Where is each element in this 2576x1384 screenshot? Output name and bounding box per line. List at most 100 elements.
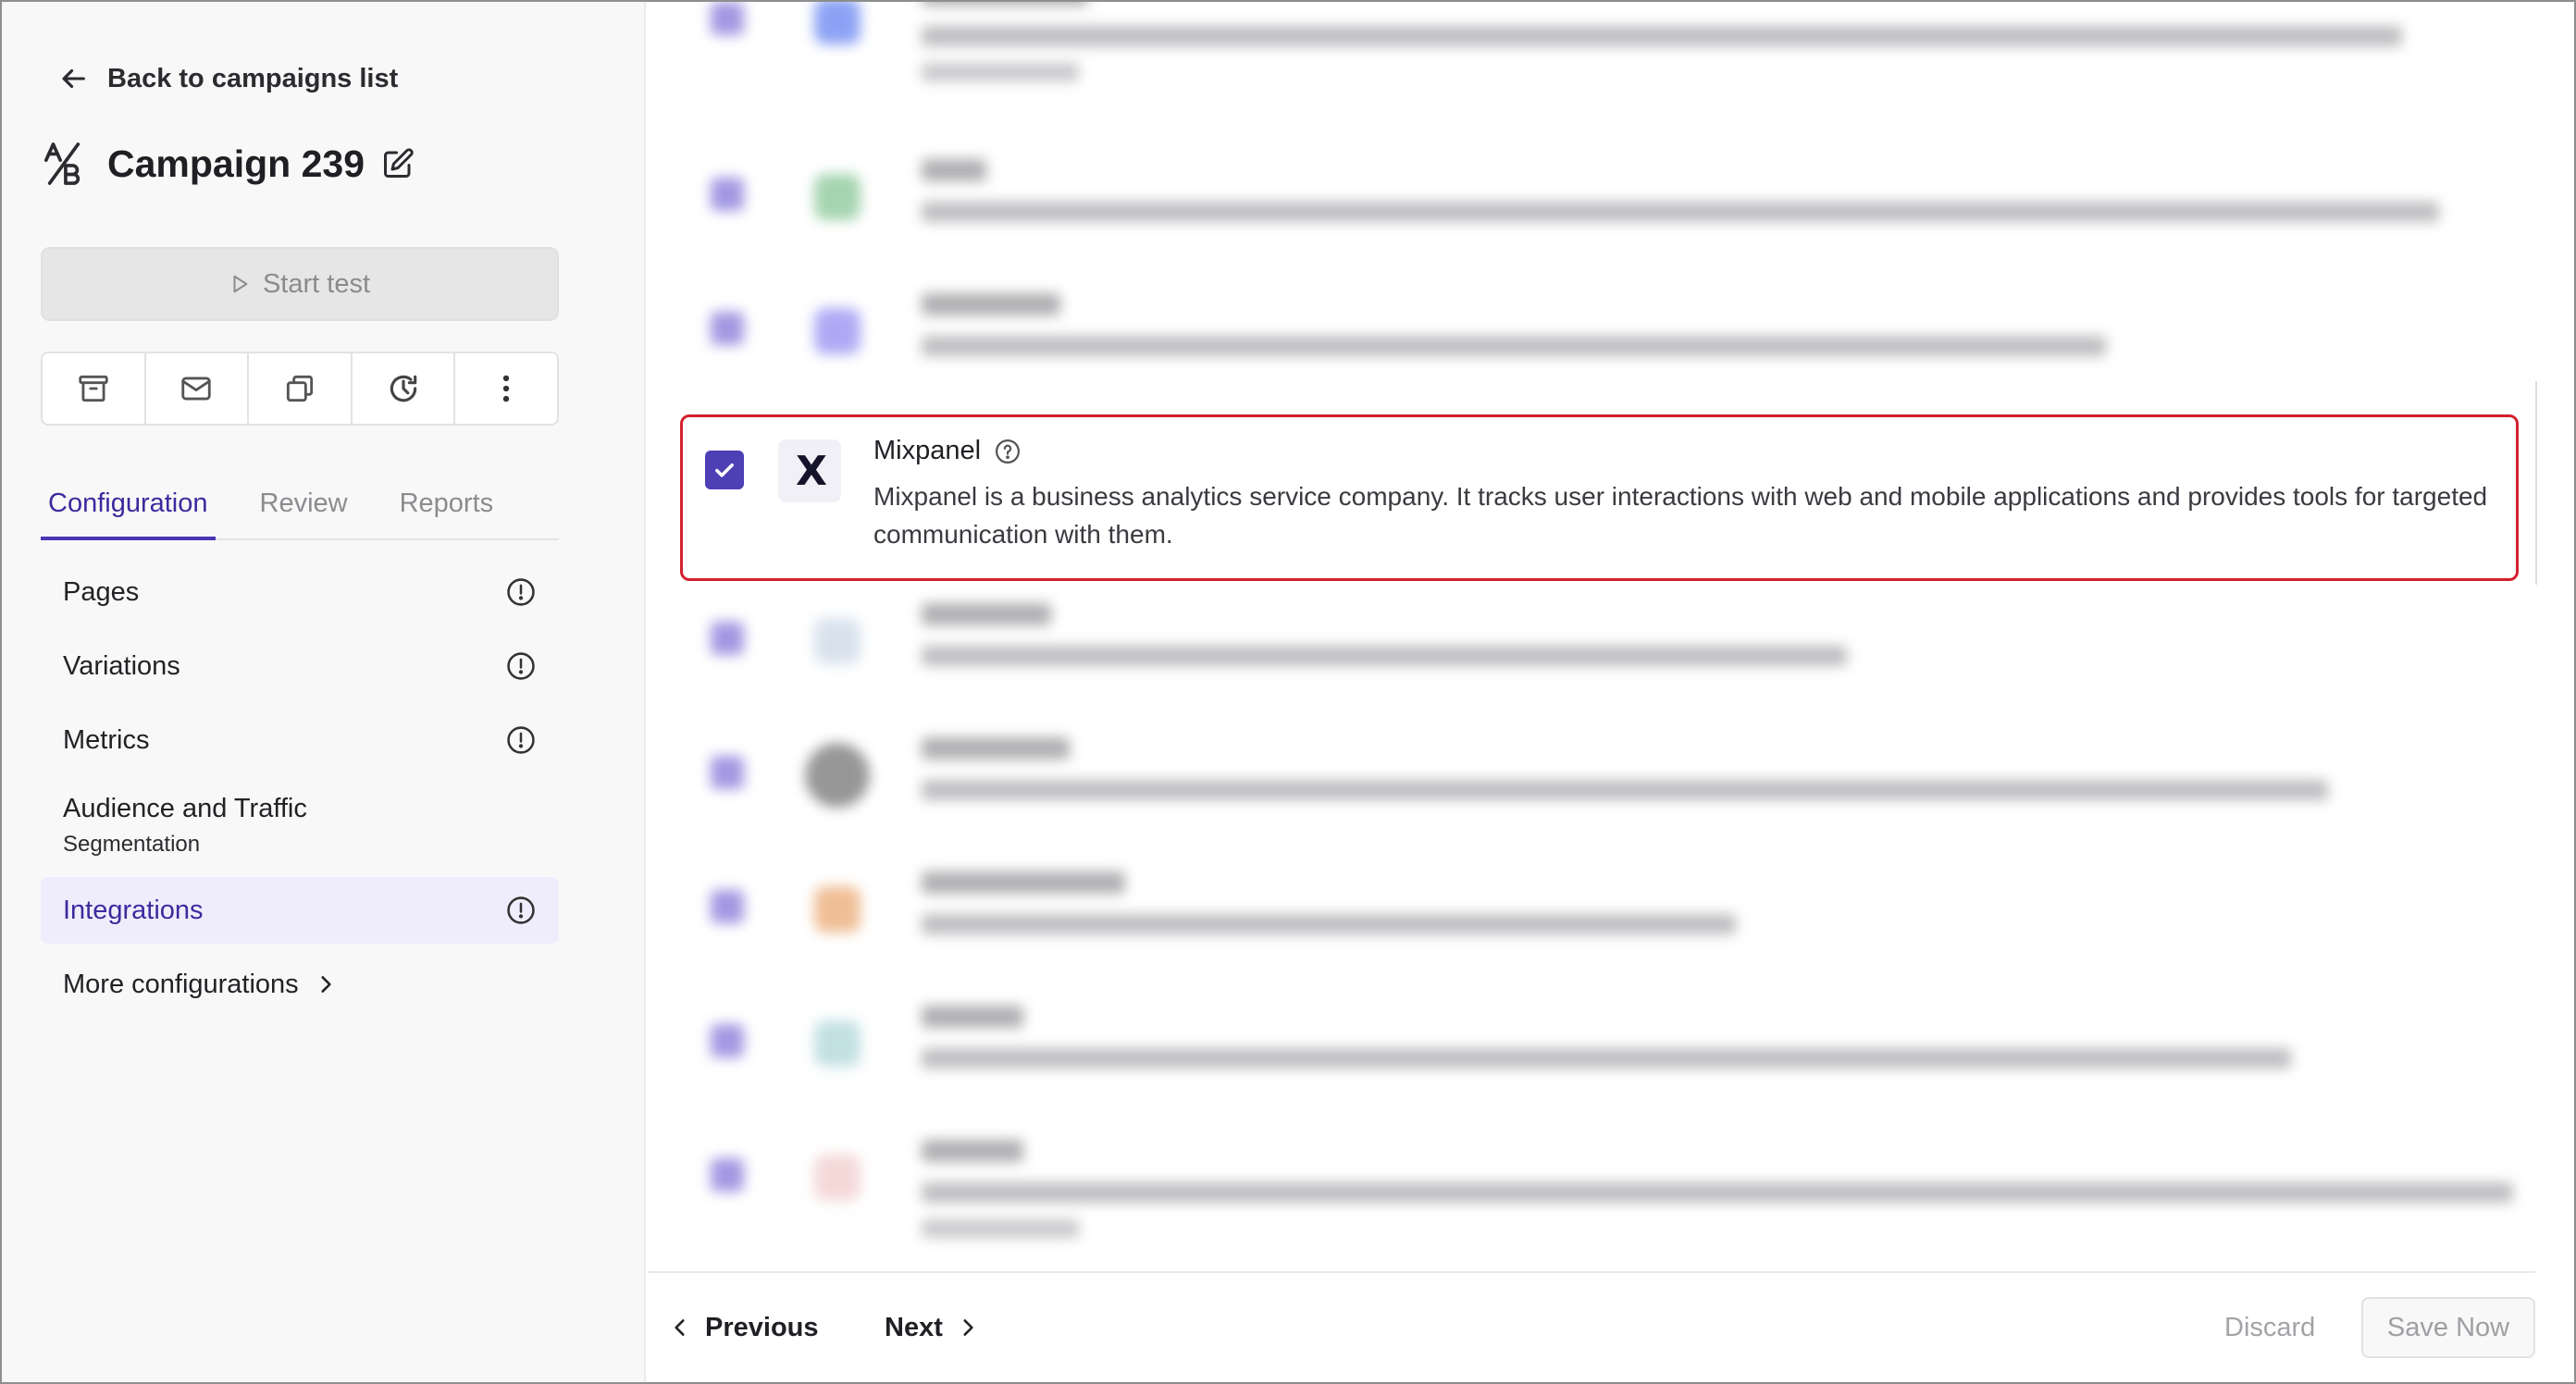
integration-desc-placeholder [922,914,1736,934]
sidebar-item-audience[interactable]: Audience and Traffic Segmentation [41,781,559,870]
mixpanel-checkbox[interactable] [705,451,744,489]
integration-card-mixpanel[interactable]: X Mixpanel Mixpanel is a business analyt… [680,414,2519,581]
page-title: Campaign 239 [107,142,365,185]
back-to-campaigns-link[interactable]: Back to campaigns list [57,63,398,94]
back-link-label: Back to campaigns list [107,63,399,93]
config-nav: Pages Variations Metrics Audience and Tr… [41,559,559,1025]
help-circle-icon[interactable] [994,438,1022,465]
next-button[interactable]: Next [885,1297,980,1358]
main-content: X Mixpanel Mixpanel is a business analyt… [648,2,2574,1382]
footer-bar: Previous Next Discard Save Now [648,1275,2574,1382]
edit-icon[interactable] [381,147,415,180]
checkbox [711,312,744,345]
chevron-right-icon [963,1319,973,1336]
history-icon [390,375,416,402]
ab-test-icon [44,142,80,185]
chevron-left-icon [675,1319,685,1336]
integration-logo [805,743,870,808]
sidebar-item-variations[interactable]: Variations [41,633,559,699]
start-test-label: Start test [262,268,371,299]
integration-name: Mixpanel [873,436,982,465]
mail-icon [181,377,212,401]
alert-circle-icon [507,896,535,924]
integration-name-placeholder [922,293,1060,315]
archive-button[interactable] [43,353,146,424]
play-icon [233,275,248,293]
checkbox [711,890,744,923]
integration-desc-placeholder [922,63,1079,81]
sidebar-item-label: Variations [63,650,180,681]
history-button[interactable] [353,353,456,424]
checkbox [711,178,744,211]
sidebar-item-pages[interactable]: Pages [41,559,559,625]
save-now-button[interactable]: Save Now [2361,1297,2535,1358]
list-item [694,284,2471,395]
integration-logo [814,2,861,44]
archive-icon [79,375,108,402]
integration-title: Mixpanel [873,436,1022,466]
sidebar-item-more-configurations[interactable]: More configurations [41,951,559,1018]
duplicate-button[interactable] [249,353,353,424]
list-item [694,996,2471,1107]
sidebar-item-label: Audience and Traffic [63,793,307,823]
email-button[interactable] [146,353,250,424]
list-item [694,150,2471,261]
integration-desc-placeholder [922,646,1847,666]
sidebar-item-metrics[interactable]: Metrics [41,707,559,773]
integration-logo [814,1020,861,1067]
tab-review[interactable]: Review [253,481,355,540]
integration-logo [814,886,861,933]
chevron-right-icon [321,976,331,993]
integration-desc-placeholder [922,780,2328,800]
integration-name-placeholder [922,603,1051,625]
more-vertical-icon [503,375,510,402]
sidebar-item-integrations[interactable]: Integrations [41,877,559,944]
integration-logo [814,618,861,664]
sidebar-item-label: Pages [63,576,140,607]
start-test-button[interactable]: Start test [41,247,559,321]
sidebar-tabs: Configuration Review Reports [41,481,559,540]
integration-logo [814,174,861,220]
integration-desc-placeholder [922,202,2439,222]
sidebar-item-label: More configurations [63,969,299,999]
list-item [694,862,2471,973]
integration-logo [814,1155,861,1201]
integration-name-placeholder [922,737,1070,760]
tab-configuration[interactable]: Configuration [41,481,216,540]
copy-icon [286,375,314,402]
previous-button[interactable]: Previous [668,1297,819,1358]
integration-desc-placeholder [922,336,2106,356]
alert-circle-icon [507,578,535,606]
more-options-button[interactable] [455,353,557,424]
integration-name-placeholder [922,1006,1023,1028]
alert-circle-icon [507,652,535,680]
checkbox [711,2,744,35]
arrow-left-icon [62,68,85,89]
integration-name-placeholder [922,159,986,181]
list-item [694,594,2471,705]
checkbox [711,756,744,789]
campaign-toolbar [41,352,559,426]
alert-circle-icon [507,726,535,754]
sidebar-item-label: Metrics [63,724,150,755]
sidebar: Back to campaigns list Campaign 239 Star… [2,2,646,1382]
integration-desc-placeholder [922,1182,2513,1203]
checkbox [711,1024,744,1057]
scrollbar[interactable] [2535,381,2537,585]
list-item [694,728,2471,839]
discard-button[interactable]: Discard [2224,1297,2315,1358]
list-item [694,1131,2513,1242]
checkbox [711,1158,744,1192]
tab-reports[interactable]: Reports [392,481,502,540]
integration-logo [814,308,861,354]
previous-label: Previous [705,1312,819,1342]
integration-name-placeholder [922,871,1125,894]
campaign-header: Campaign 239 [43,141,415,187]
integration-name-placeholder [922,2,1088,6]
integration-desc-placeholder [922,26,2402,46]
mixpanel-logo: X [778,439,841,502]
integrations-list: X Mixpanel Mixpanel is a business analyt… [648,2,2535,1273]
integration-desc-placeholder [922,1048,2291,1069]
integration-description: Mixpanel is a business analytics service… [873,482,2488,549]
sidebar-item-label: Integrations [63,895,204,925]
